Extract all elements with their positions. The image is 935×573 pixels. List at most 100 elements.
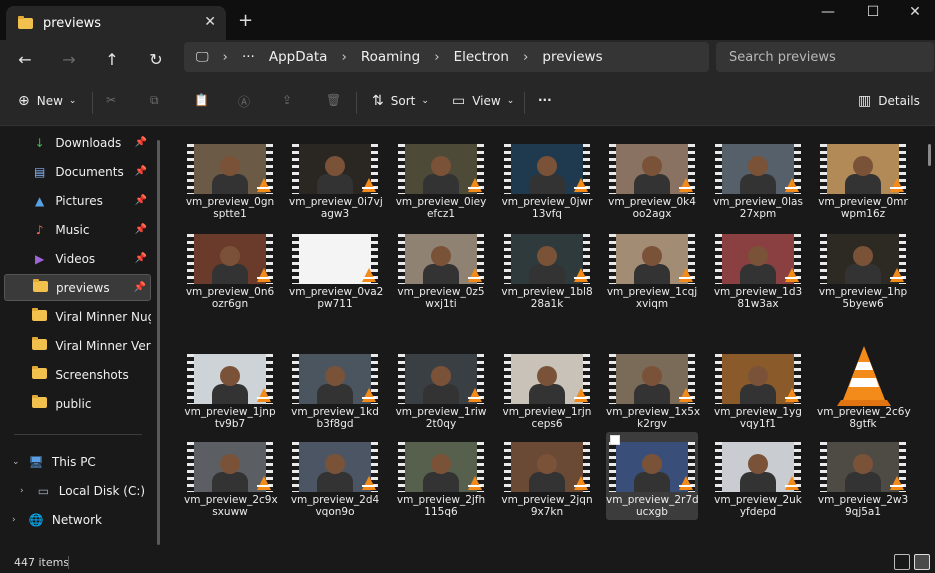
sidebar-item-videos[interactable]: ▶ Videos 📌 <box>4 245 151 272</box>
person-head <box>537 454 557 474</box>
file-tile[interactable]: vm_preview_1yg vqy1f1 <box>712 344 804 432</box>
file-tile[interactable]: vm_preview_2uk yfdepd <box>712 432 804 520</box>
vlc-cone-icon <box>362 178 376 192</box>
person-head <box>853 156 873 176</box>
sidebar-item-public[interactable]: public <box>4 390 151 417</box>
file-tile[interactable]: vm_preview_1kd b3f8gd <box>289 344 381 432</box>
file-tile[interactable]: vm_preview_1cqj xviqm <box>606 224 698 312</box>
up-button[interactable]: ↑ <box>99 47 125 73</box>
file-tile[interactable]: vm_preview_2w3 9qj5a1 <box>817 432 909 520</box>
file-tile[interactable]: vm_preview_2jqn 9x7kn <box>501 432 593 520</box>
sidebar-item-this-pc[interactable]: ⌄ 🖥 This PC <box>4 448 151 475</box>
tab-previews[interactable]: previews ✕ <box>6 6 226 40</box>
search-input[interactable]: Search previews <box>716 42 934 72</box>
file-tile[interactable]: vm_preview_1jnp tv9b7 <box>184 344 276 432</box>
sidebar-item-viral-minner-nuggets[interactable]: Viral Minner Nuggets <box>4 303 151 330</box>
file-name-line: vm_preview_1d3 <box>713 286 803 298</box>
new-button[interactable]: ⊕ New ⌄ <box>18 93 76 109</box>
person-head <box>853 454 873 474</box>
file-tile[interactable]: vm_preview_2r7d ucxgb <box>606 432 699 520</box>
file-name: vm_preview_2jfh 115q6 <box>395 494 487 518</box>
sort-button[interactable]: ⇅ Sort ⌄ <box>372 93 429 109</box>
film-strip <box>187 354 194 404</box>
file-tile[interactable]: vm_preview_2c6y 8gtfk <box>817 344 911 432</box>
file-tile[interactable]: vm_preview_1rjn ceps6 <box>501 344 593 432</box>
details-button[interactable]: ▥ Details <box>858 93 920 109</box>
video-thumbnail <box>504 354 590 404</box>
new-tab-button[interactable]: + <box>238 10 253 31</box>
person-head <box>537 156 557 176</box>
sidebar-item-downloads[interactable]: ↓ Downloads 📌 <box>4 129 151 156</box>
chevron-down-icon[interactable]: ⌄ <box>12 457 20 467</box>
sidebar-item-music[interactable]: ♪ Music 📌 <box>4 216 151 243</box>
delete-icon[interactable]: 🗑 <box>326 93 341 107</box>
file-tile[interactable]: vm_preview_0jwr 13vfq <box>501 134 593 222</box>
file-name-line: ozr6gn <box>211 298 249 310</box>
address-bar[interactable]: 🖵 › ··· AppData › Roaming › Electron › p… <box>184 42 709 72</box>
sidebar-item-local-disk[interactable]: › ▭ Local Disk (C:) <box>4 477 151 504</box>
back-button[interactable]: ← <box>12 47 38 73</box>
thumbnail-image <box>616 144 688 194</box>
sidebar-item-network[interactable]: › 🌐 Network <box>4 506 151 533</box>
details-view-button[interactable] <box>894 554 910 570</box>
file-tile[interactable]: vm_preview_2c9x sxuww <box>184 432 278 520</box>
cut-icon[interactable]: ✂ <box>106 93 116 107</box>
rename-icon[interactable]: Ⓐ <box>238 93 250 110</box>
file-tile[interactable]: vm_preview_0z5 wxj1ti <box>395 224 487 312</box>
sort-icon: ⇅ <box>372 93 384 109</box>
breadcrumb-electron[interactable]: Electron <box>454 49 509 65</box>
file-tile[interactable]: vm_preview_1riw 2t0qy <box>395 344 487 432</box>
video-thumbnail <box>292 144 378 194</box>
vlc-cone-icon <box>574 388 588 402</box>
thumbnail-image <box>511 144 583 194</box>
forward-button[interactable]: → <box>56 47 82 73</box>
vlc-cone-icon <box>468 476 482 490</box>
paste-icon[interactable]: 📋 <box>194 93 209 107</box>
large-icons-view-button[interactable] <box>914 554 930 570</box>
breadcrumb-more[interactable]: ··· <box>242 49 255 65</box>
file-tile[interactable]: vm_preview_0k4 oo2agx <box>606 134 698 222</box>
file-tile[interactable]: vm_preview_0n6 ozr6gn <box>184 224 276 312</box>
view-button[interactable]: ▭ View ⌄ <box>452 93 514 109</box>
file-tile[interactable]: vm_preview_0iey efcz1 <box>395 134 487 222</box>
sidebar-item-pictures[interactable]: ▲ Pictures 📌 <box>4 187 151 214</box>
main-scrollbar[interactable] <box>928 144 931 166</box>
file-tile[interactable]: vm_preview_0gn sptte1 <box>184 134 276 222</box>
close-window-button[interactable]: ✕ <box>895 4 935 20</box>
maximize-button[interactable]: ☐ <box>853 4 893 20</box>
select-checkbox[interactable] <box>610 435 620 445</box>
chevron-right-icon[interactable]: › <box>20 486 24 496</box>
file-tile[interactable]: vm_preview_0va2 pw711 <box>289 224 383 312</box>
breadcrumb-roaming[interactable]: Roaming <box>361 49 420 65</box>
breadcrumb-separator: › <box>222 49 228 65</box>
refresh-button[interactable]: ↻ <box>143 47 169 73</box>
file-tile[interactable]: vm_preview_1x5x k2rgv <box>606 344 700 432</box>
file-tile[interactable]: vm_preview_1hp 5byew6 <box>817 224 909 312</box>
sidebar-scrollbar[interactable] <box>157 140 160 545</box>
chevron-right-icon[interactable]: › <box>12 515 16 525</box>
breadcrumb-previews[interactable]: previews <box>542 49 602 65</box>
file-tile[interactable]: vm_preview_0mr wpm16z <box>817 134 909 222</box>
file-tile[interactable]: vm_preview_2d4 vqon9o <box>289 432 381 520</box>
copy-icon[interactable]: ⧉ <box>150 93 159 108</box>
vlc-cone-icon <box>362 476 376 490</box>
sidebar-item-screenshots[interactable]: Screenshots <box>4 361 151 388</box>
pin-icon: 📌 <box>134 166 147 177</box>
video-thumbnail <box>398 354 484 404</box>
close-tab-icon[interactable]: ✕ <box>204 14 216 30</box>
file-tile[interactable]: vm_preview_0las 27xpm <box>712 134 804 222</box>
sidebar-item-previews[interactable]: previews 📌 <box>4 274 151 301</box>
file-tile[interactable]: vm_preview_0i7vj agw3 <box>289 134 383 222</box>
file-tile[interactable]: vm_preview_2jfh 115q6 <box>395 432 487 520</box>
file-tile[interactable]: vm_preview_1d3 81w3ax <box>712 224 804 312</box>
sidebar-item-viral-minner-versions[interactable]: Viral Minner Versions <box>4 332 151 359</box>
breadcrumb-appdata[interactable]: AppData <box>269 49 328 65</box>
file-tile[interactable]: vm_preview_1bl8 28a1k <box>501 224 593 312</box>
film-strip <box>820 144 827 194</box>
person-head <box>220 156 240 176</box>
more-options-button[interactable]: ··· <box>538 93 552 107</box>
share-icon[interactable]: ⇪ <box>282 93 292 107</box>
sidebar-item-documents[interactable]: ▤ Documents 📌 <box>4 158 151 185</box>
minimize-button[interactable]: — <box>808 4 848 20</box>
film-strip <box>187 442 194 492</box>
